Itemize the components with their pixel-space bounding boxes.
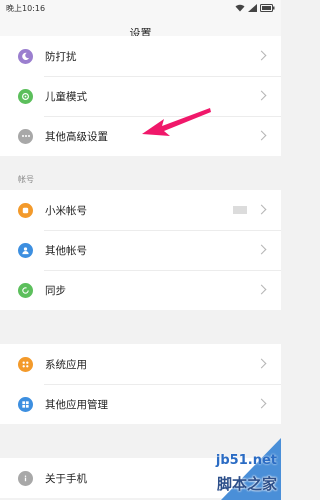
grid-icon [18,356,33,372]
status-bar: 晚上10:16 [0,0,281,16]
row-label: 儿童模式 [45,90,87,103]
annotation-arrow [142,108,211,136]
child-mode-icon [18,88,33,104]
section-header-account: 帐号 [0,156,281,190]
row-label: 其他帐号 [45,244,87,257]
chevron-right-icon [256,358,267,369]
row-label: 关于手机 [45,472,87,485]
row-other-accounts[interactable]: 其他帐号 [0,230,281,270]
group-account: 小米帐号 其他帐号 同步 [0,190,281,310]
watermark-site: jb51.net [215,453,277,468]
chevron-right-icon [256,130,267,141]
row-system-apps[interactable]: 系统应用 [0,344,281,384]
section-gap [0,310,281,344]
account-value-redacted [233,206,247,214]
row-do-not-disturb[interactable]: 防打扰 [0,36,281,76]
row-label: 其他高级设置 [45,130,108,143]
row-mi-account[interactable]: 小米帐号 [0,190,281,230]
wifi-icon [235,4,245,12]
moon-icon [18,48,33,64]
row-sync[interactable]: 同步 [0,270,281,310]
mi-account-icon [18,202,33,218]
status-time: 晚上10:16 [6,3,46,13]
apps-icon [18,396,33,412]
signal-icon [248,4,257,12]
more-dots-icon [18,128,33,144]
annotation-arrow-shape [142,108,211,136]
status-icons [235,4,275,12]
chevron-right-icon [256,284,267,295]
row-app-management[interactable]: 其他应用管理 [0,384,281,424]
watermark: jb51.net 脚本之家 [151,438,281,500]
watermark-name: 脚本之家 [216,475,277,493]
sync-icon [18,282,33,298]
group-apps: 系统应用 其他应用管理 [0,344,281,424]
chevron-right-icon [256,50,267,61]
row-label: 防打扰 [45,50,77,63]
user-icon [18,242,33,258]
row-label: 小米帐号 [45,204,87,217]
row-label: 同步 [45,284,66,297]
row-label: 系统应用 [45,358,87,371]
info-icon [18,470,33,486]
battery-icon [260,4,275,12]
chevron-right-icon [256,398,267,409]
chevron-right-icon [256,90,267,101]
row-label: 其他应用管理 [45,398,108,411]
chevron-right-icon [256,244,267,255]
chevron-right-icon [256,204,267,215]
